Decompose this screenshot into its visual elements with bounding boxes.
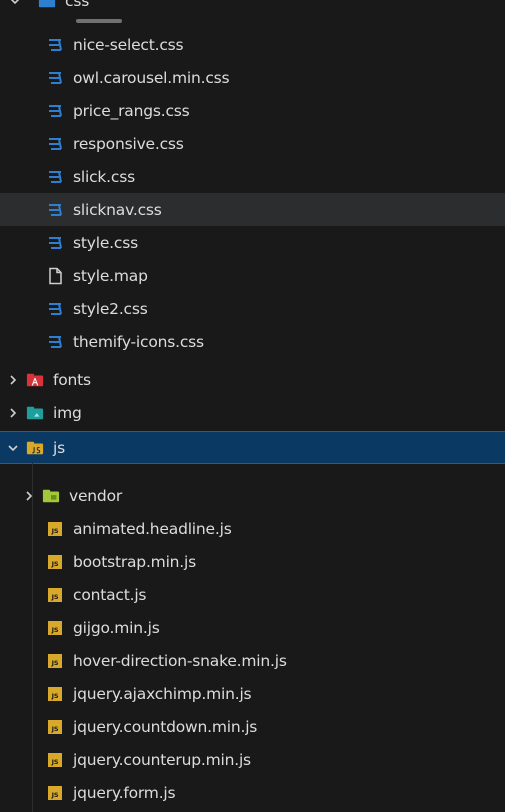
css-file-icon — [46, 201, 64, 219]
chevron-right-icon[interactable] — [22, 489, 36, 503]
file-explorer-tree: css nice-select.css owl.carousel.min.css… — [0, 0, 505, 812]
folder-row-vendor[interactable]: vendor — [0, 479, 505, 512]
css-file-icon — [46, 300, 64, 318]
file-label: hover-direction-snake.min.js — [73, 651, 287, 670]
folder-icon — [42, 487, 60, 505]
file-row-js[interactable]: JS contact.js — [0, 578, 505, 611]
chevron-right-icon[interactable] — [6, 373, 20, 387]
file-label: animated.headline.js — [73, 519, 232, 538]
file-row-js[interactable]: JS jquery.countdown.min.js — [0, 710, 505, 743]
file-row-js[interactable]: JS hover-direction-snake.min.js — [0, 644, 505, 677]
css-file-icon — [46, 234, 64, 252]
folder-row-fonts[interactable]: fonts — [0, 363, 505, 396]
file-label: contact.js — [73, 585, 147, 604]
svg-text:JS: JS — [51, 725, 59, 733]
file-label: themify-icons.css — [73, 332, 204, 351]
folder-label: img — [53, 403, 82, 422]
folder-icon — [26, 371, 44, 389]
svg-text:JS: JS — [51, 593, 59, 601]
file-row-js[interactable]: JS animated.headline.js — [0, 512, 505, 545]
file-label: style.map — [73, 266, 148, 285]
file-row-css[interactable]: nice-select.css — [0, 28, 505, 61]
folder-row-js[interactable]: js — [0, 431, 505, 464]
file-row-css[interactable]: style2.css — [0, 292, 505, 325]
file-row-css[interactable]: price_rangs.css — [0, 94, 505, 127]
file-label: jquery.counterup.min.js — [73, 750, 251, 769]
folder-label: fonts — [53, 370, 91, 389]
file-row-css[interactable]: slicknav.css — [0, 193, 505, 226]
chevron-down-icon[interactable] — [6, 441, 20, 455]
file-row-map[interactable]: style.map — [0, 259, 505, 292]
js-file-icon: JS — [46, 520, 64, 538]
js-file-icon: JS — [46, 619, 64, 637]
js-file-icon: JS — [46, 652, 64, 670]
svg-text:JS: JS — [51, 692, 59, 700]
chevron-down-icon[interactable] — [8, 0, 22, 8]
css-file-icon — [46, 168, 64, 186]
js-file-icon: JS — [46, 784, 64, 802]
file-label: nice-select.css — [73, 35, 184, 54]
svg-text:JS: JS — [51, 791, 59, 799]
file-label: responsive.css — [73, 134, 184, 153]
file-label: owl.carousel.min.css — [73, 68, 230, 87]
map-file-icon — [46, 267, 64, 285]
file-label: style.css — [73, 233, 138, 252]
css-file-icon — [46, 36, 64, 54]
file-label: price_rangs.css — [73, 101, 190, 120]
folder-icon — [26, 404, 44, 422]
js-file-icon: JS — [46, 718, 64, 736]
folder-label: css — [65, 0, 90, 10]
folder-label: vendor — [69, 486, 123, 505]
css-file-icon — [46, 333, 64, 351]
folder-label: js — [53, 438, 65, 457]
folder-row-img[interactable]: img — [0, 396, 505, 429]
folder-icon — [38, 0, 56, 10]
file-row-js[interactable]: JS jquery.form.js — [0, 776, 505, 809]
file-label: bootstrap.min.js — [73, 552, 197, 571]
js-file-icon: JS — [46, 685, 64, 703]
chevron-right-icon[interactable] — [6, 406, 20, 420]
svg-text:JS: JS — [51, 560, 59, 568]
svg-text:JS: JS — [51, 659, 59, 667]
js-file-icon: JS — [46, 553, 64, 571]
file-row-css[interactable]: style.css — [0, 226, 505, 259]
file-row-css[interactable]: owl.carousel.min.css — [0, 61, 505, 94]
file-row-css[interactable]: slick.css — [0, 160, 505, 193]
partially-visible-filename — [76, 19, 122, 23]
svg-text:JS: JS — [51, 758, 59, 766]
folder-icon — [26, 439, 44, 457]
file-row-js[interactable]: JS jquery.ajaxchimp.min.js — [0, 677, 505, 710]
file-row-js[interactable]: JS bootstrap.min.js — [0, 545, 505, 578]
css-file-icon — [46, 135, 64, 153]
css-file-icon — [46, 69, 64, 87]
file-label: gijgo.min.js — [73, 618, 160, 637]
file-label: jquery.countdown.min.js — [73, 717, 258, 736]
file-row-css[interactable]: themify-icons.css — [0, 325, 505, 358]
folder-row-css[interactable]: css — [0, 0, 505, 17]
file-row-js[interactable]: JS jquery.counterup.min.js — [0, 743, 505, 776]
svg-text:JS: JS — [51, 527, 59, 535]
file-label: slicknav.css — [73, 200, 162, 219]
file-row-js[interactable]: JS gijgo.min.js — [0, 611, 505, 644]
js-file-icon: JS — [46, 586, 64, 604]
file-label: jquery.form.js — [73, 783, 176, 802]
file-label: slick.css — [73, 167, 135, 186]
file-label: jquery.ajaxchimp.min.js — [73, 684, 252, 703]
file-label: style2.css — [73, 299, 148, 318]
svg-text:JS: JS — [51, 626, 59, 634]
css-file-icon — [46, 102, 64, 120]
js-file-icon: JS — [46, 751, 64, 769]
file-row-css[interactable]: responsive.css — [0, 127, 505, 160]
